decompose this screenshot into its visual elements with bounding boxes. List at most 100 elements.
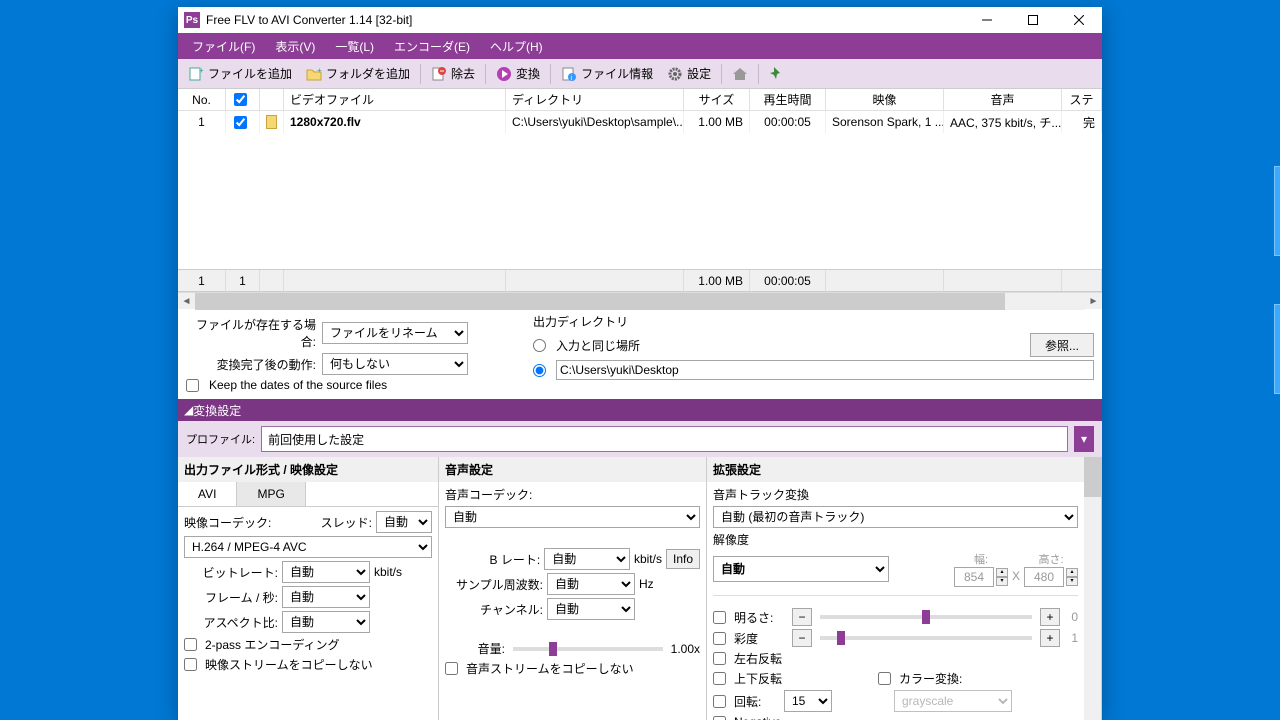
advanced-settings: 拡張設定 音声トラック変換 自動 (最初の音声トラック) 解像度 自動 幅:▴▾… [707,457,1102,720]
scroll-thumb[interactable] [195,293,1005,310]
tab-mpg[interactable]: MPG [237,482,305,506]
home-button[interactable] [726,64,754,84]
title-bar[interactable]: Ps Free FLV to AVI Converter 1.14 [32-bi… [178,7,1102,33]
brightness-minus[interactable]: − [792,608,812,626]
scroll-left-icon[interactable]: ◄ [178,293,195,310]
menu-view[interactable]: 表示(V) [265,34,325,59]
atrack-select[interactable]: 自動 (最初の音声トラック) [713,506,1078,528]
negative-check[interactable] [713,716,726,720]
settings-button[interactable]: 設定 [661,63,717,84]
menu-list[interactable]: 一覧(L) [325,34,384,59]
profile-label: プロファイル: [186,431,255,447]
bitrate-select[interactable]: 自動 [282,561,370,583]
menu-file[interactable]: ファイル(F) [182,34,265,59]
aspect-select[interactable]: 自動 [282,611,370,633]
atrack-label: 音声トラック変換 [713,486,1078,503]
grid-header[interactable]: No. ビデオファイル ディレクトリ サイズ 再生時間 映像 音声 ステ [178,89,1102,111]
resolution-select[interactable]: 自動 [713,556,889,582]
col-check[interactable] [226,89,260,110]
home-icon [732,66,748,82]
width-spin[interactable]: ▴▾ [996,568,1008,586]
add-folder-button[interactable]: +フォルダを追加 [300,63,416,84]
maximize-button[interactable] [1010,7,1056,33]
channels-select[interactable]: 自動 [547,598,635,620]
info-button[interactable]: Info [666,549,700,569]
rotate-select[interactable]: 15 [784,690,832,712]
profile-dropdown-icon[interactable]: ▾ [1074,426,1094,452]
toolbar: +ファイルを追加 +フォルダを追加 除去 変換 iファイル情報 設定 [178,59,1102,89]
abitrate-select[interactable]: 自動 [544,548,630,570]
colorconv-check[interactable] [878,672,891,685]
flipv-check[interactable] [713,672,726,685]
output-video-settings: 出力ファイル形式 / 映像設定 AVI MPG 映像コーデック:スレッド:自動 … [178,457,439,720]
outdir-label: 出力ディレクトリ [533,313,1094,330]
col-dir[interactable]: ディレクトリ [506,89,684,110]
tab-avi[interactable]: AVI [178,482,237,506]
app-icon: Ps [184,12,200,28]
keep-dates-check[interactable] [186,379,199,392]
copy-video-check[interactable] [184,658,197,671]
col-video[interactable]: 映像 [826,89,944,110]
desktop-decoration [1274,304,1280,394]
saturation-plus[interactable]: + [1040,629,1060,647]
rotate-check[interactable] [713,695,726,708]
threads-select[interactable]: 自動 [376,511,432,533]
vcodec-select[interactable]: H.264 / MPEG-4 AVC [184,536,432,558]
copy-audio-check[interactable] [445,662,458,675]
browse-button[interactable]: 参照... [1030,333,1094,357]
scroll-right-icon[interactable]: ► [1085,293,1102,310]
after-select[interactable]: 何もしない [322,353,468,375]
remove-button[interactable]: 除去 [425,63,481,84]
custom-dir-radio[interactable] [533,364,546,377]
output-dir-input[interactable] [556,360,1094,380]
brightness-slider[interactable] [820,615,1032,619]
srate-select[interactable]: 自動 [547,573,635,595]
brightness-plus[interactable]: + [1040,608,1060,626]
col-duration[interactable]: 再生時間 [750,89,826,110]
menu-bar: ファイル(F) 表示(V) 一覧(L) エンコーダ(E) ヘルプ(H) [178,33,1102,59]
horizontal-scrollbar[interactable]: ◄ ► [178,292,1102,309]
twopass-check[interactable] [184,638,197,651]
settings-panel: 出力ファイル形式 / 映像設定 AVI MPG 映像コーデック:スレッド:自動 … [178,457,1102,720]
acodec-select[interactable]: 自動 [445,506,700,528]
convert-settings-header[interactable]: ◢ 変換設定 [178,399,1102,421]
check-all[interactable] [234,93,247,106]
saturation-minus[interactable]: − [792,629,812,647]
file-grid: No. ビデオファイル ディレクトリ サイズ 再生時間 映像 音声 ステ 1 1… [178,89,1102,292]
menu-help[interactable]: ヘルプ(H) [480,34,553,59]
volume-slider[interactable] [513,647,663,651]
profile-select[interactable]: 前回使用した設定 [261,426,1068,452]
gear-icon [667,66,683,82]
convert-button[interactable]: 変換 [490,63,546,84]
saturation-check[interactable] [713,632,726,645]
col-file[interactable]: ビデオファイル [284,89,506,110]
minimize-button[interactable] [964,7,1010,33]
grid-footer: 1 1 1.00 MB 00:00:05 [178,269,1102,291]
col-audio[interactable]: 音声 [944,89,1062,110]
add-folder-icon: + [306,66,322,82]
file-info-button[interactable]: iファイル情報 [555,63,659,84]
desktop-decoration [1274,166,1280,256]
pin-button[interactable] [763,64,791,84]
fps-select[interactable]: 自動 [282,586,370,608]
menu-encoder[interactable]: エンコーダ(E) [384,34,480,59]
add-file-button[interactable]: +ファイルを追加 [182,63,298,84]
col-no[interactable]: No. [178,89,226,110]
row-check[interactable] [234,116,247,129]
fliph-check[interactable] [713,652,726,665]
pin-icon [769,66,785,82]
width-input[interactable] [954,567,994,587]
saturation-slider[interactable] [820,636,1032,640]
same-as-input-radio[interactable] [533,339,546,352]
table-row[interactable]: 1 1280x720.flv C:\Users\yuki\Desktop\sam… [178,111,1102,133]
brightness-check[interactable] [713,611,726,624]
file-icon [266,115,277,129]
close-button[interactable] [1056,7,1102,33]
height-input[interactable] [1024,567,1064,587]
vertical-scrollbar[interactable] [1084,457,1101,720]
col-status[interactable]: ステ [1062,89,1102,110]
file-info-icon: i [561,66,577,82]
height-spin[interactable]: ▴▾ [1066,568,1078,586]
col-size[interactable]: サイズ [684,89,750,110]
exists-select[interactable]: ファイルをリネーム [322,322,468,344]
